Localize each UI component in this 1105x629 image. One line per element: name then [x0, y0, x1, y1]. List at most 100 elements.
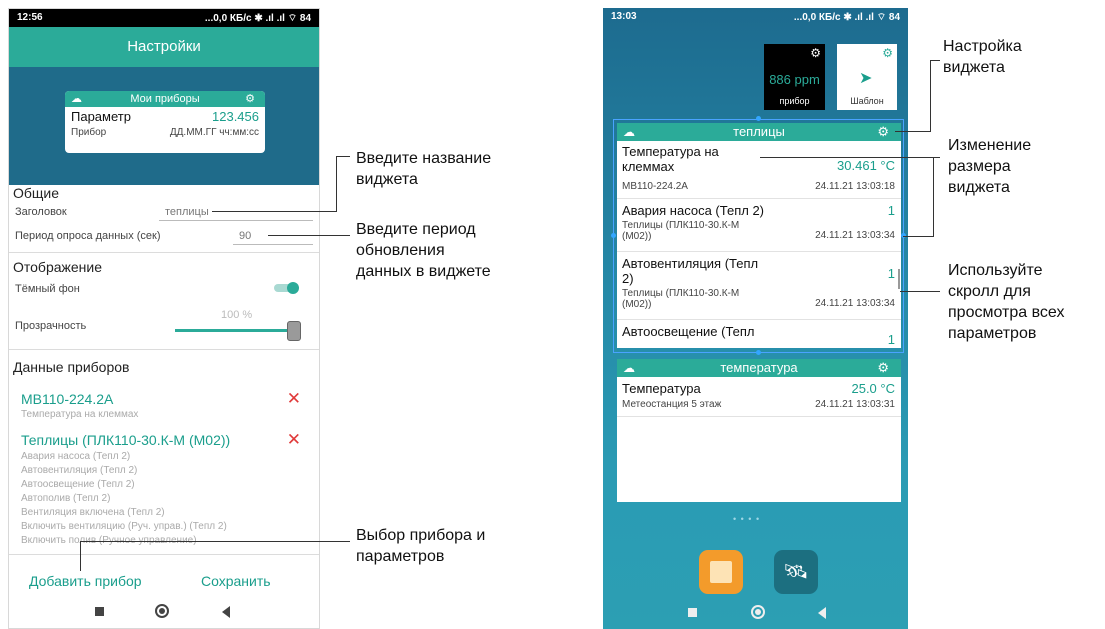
- period-label: Период опроса данных (сек): [15, 230, 161, 242]
- device-param[interactable]: Автоосвещение (Тепл 2): [21, 479, 135, 490]
- gear-icon[interactable]: ⚙: [810, 46, 821, 60]
- general-heading: Общие: [13, 185, 60, 201]
- annotation-widget-settings: Настройка виджета: [943, 38, 1022, 76]
- param-value: 1: [887, 266, 895, 281]
- row-separator: [617, 416, 901, 417]
- gear-icon: ⚙: [245, 93, 255, 105]
- param-name: Температура на клеммах: [622, 144, 719, 174]
- param-device: МВ110-224.2А: [622, 181, 688, 192]
- divider: [9, 349, 319, 350]
- scrollbar[interactable]: [898, 269, 900, 289]
- preview-param: Параметр: [71, 109, 131, 124]
- opacity-value: 100 %: [221, 309, 253, 321]
- param-value: 30.461 °C: [837, 158, 895, 173]
- param-time: 24.11.21 13:03:34: [815, 298, 895, 309]
- status-indicators: ...0,0 КБ/с ✱ .ıl .ıl ⌔ 84: [793, 12, 900, 23]
- opacity-label: Прозрачность: [15, 320, 87, 332]
- home-icon[interactable]: [751, 605, 765, 619]
- param-time: 24.11.21 13:03:34: [815, 230, 895, 241]
- page-indicator: • • • •: [733, 514, 761, 524]
- dark-bg-toggle[interactable]: [274, 282, 300, 294]
- period-input[interactable]: 90: [239, 230, 251, 242]
- status-indicators: ...0,0 КБ/с ✱ .ıl .ıl ⌔ 84: [204, 13, 311, 24]
- mini-widget-template[interactable]: ⚙ ➤ Шаблон: [837, 44, 897, 110]
- param-value: 1: [887, 332, 895, 347]
- devices-heading: Данные приборов: [13, 359, 130, 375]
- param-device: Теплицы (ПЛК110-30.К-М (М02)): [622, 220, 740, 242]
- pointer-line: [212, 211, 336, 212]
- param-name: Авария насоса (Тепл 2): [622, 203, 764, 218]
- param-time: 24.11.21 13:03:18: [815, 181, 895, 192]
- opacity-slider[interactable]: [175, 321, 305, 341]
- annotation-widget-name: Введите название виджета: [356, 150, 492, 188]
- resize-handle[interactable]: [756, 350, 761, 355]
- title-label: Заголовок: [15, 206, 67, 218]
- home-screen: 13:03 ...0,0 КБ/с ✱ .ıl .ıl ⌔ 84 ⚙ 886 p…: [603, 8, 908, 629]
- dark-bg-label: Тёмный фон: [15, 283, 80, 295]
- gear-icon[interactable]: ⚙: [882, 46, 893, 60]
- pointer-line: [336, 156, 350, 157]
- device-param[interactable]: Температура на клеммах: [21, 409, 138, 420]
- nav-bar: [603, 599, 908, 629]
- back-icon[interactable]: [222, 606, 230, 618]
- annotation-resize: Изменение размера виджета: [948, 137, 1032, 196]
- device-param[interactable]: Вентиляция включена (Тепл 2): [21, 507, 165, 518]
- add-device-button[interactable]: Добавить прибор: [29, 573, 142, 589]
- gps-app-icon[interactable]: 🛰: [774, 550, 818, 594]
- device-param[interactable]: Включить вентиляцию (Руч. управ.) (Тепл …: [21, 521, 227, 532]
- resize-handle[interactable]: [756, 116, 761, 121]
- pointer-line: [933, 157, 934, 237]
- param-name: Автовентиляция (Тепл 2): [622, 256, 759, 286]
- home-icon[interactable]: [155, 604, 169, 618]
- settings-screen: 12:56 ...0,0 КБ/с ✱ .ıl .ıl ⌔ 84 Настрой…: [8, 8, 320, 629]
- widget-preview-title: Мои приборы: [130, 93, 200, 105]
- cloud-icon: ☁: [623, 125, 635, 139]
- preview-datetime: ДД.ММ.ГГ чч:мм:сс: [169, 127, 259, 138]
- notes-app-icon[interactable]: [699, 550, 743, 594]
- mini-widget-device[interactable]: ⚙ 886 ppm прибор: [764, 44, 825, 110]
- remove-device-button[interactable]: ✕: [287, 430, 301, 450]
- cloud-icon: ☁: [71, 93, 82, 105]
- gear-icon[interactable]: ⚙: [877, 123, 889, 141]
- device-name[interactable]: Теплицы (ПЛК110-30.К-М (М02)): [21, 432, 230, 448]
- status-bar: 12:56 ...0,0 КБ/с ✱ .ıl .ıl ⌔ 84: [9, 9, 319, 27]
- status-bar: 13:03 ...0,0 КБ/с ✱ .ıl .ıl ⌔ 84: [603, 8, 908, 26]
- send-icon: ➤: [859, 70, 873, 87]
- cloud-icon: ☁: [623, 361, 635, 375]
- period-underline: [233, 244, 313, 245]
- mini-label: прибор: [779, 96, 810, 106]
- annotation-scroll: Используйте скролл для просмотра всех па…: [948, 262, 1065, 342]
- device-param[interactable]: Автополив (Тепл 2): [21, 493, 110, 504]
- widget-header: ☁ теплицы ⚙: [617, 123, 901, 141]
- mini-label: Шаблон: [850, 96, 884, 106]
- display-heading: Отображение: [13, 259, 103, 275]
- row-separator: [617, 198, 901, 199]
- pointer-line: [268, 235, 350, 236]
- widget-preview-header: ☁ Мои приборы ⚙: [65, 91, 265, 107]
- save-button[interactable]: Сохранить: [201, 573, 271, 589]
- app-bar-title: Настройки: [9, 27, 319, 67]
- device-name[interactable]: МВ110-224.2А: [21, 391, 113, 407]
- remove-device-button[interactable]: ✕: [287, 389, 301, 409]
- recents-icon[interactable]: [95, 607, 104, 616]
- status-time: 13:03: [611, 11, 637, 22]
- widget-title: температура: [720, 360, 798, 375]
- device-param[interactable]: Авария насоса (Тепл 2): [21, 451, 130, 462]
- widget-header: ☁ температура ⚙: [617, 359, 901, 377]
- title-input[interactable]: теплицы: [165, 206, 209, 218]
- back-icon[interactable]: [818, 607, 826, 619]
- slider-handle[interactable]: [287, 321, 301, 341]
- param-name: Автоосвещение (Тепл: [622, 324, 755, 339]
- pointer-line: [80, 541, 350, 542]
- recents-icon[interactable]: [688, 608, 697, 617]
- gear-icon[interactable]: ⚙: [877, 359, 889, 377]
- pointer-line: [900, 291, 940, 292]
- param-value: 1: [887, 203, 895, 218]
- title-underline: [159, 220, 313, 221]
- device-param[interactable]: Автовентиляция (Тепл 2): [21, 465, 137, 476]
- annotation-period: Введите период обновления данных в видже…: [356, 221, 491, 280]
- pointer-line: [895, 131, 930, 132]
- pointer-line: [80, 541, 81, 571]
- pointer-line: [930, 60, 931, 132]
- resize-handle[interactable]: [611, 233, 616, 238]
